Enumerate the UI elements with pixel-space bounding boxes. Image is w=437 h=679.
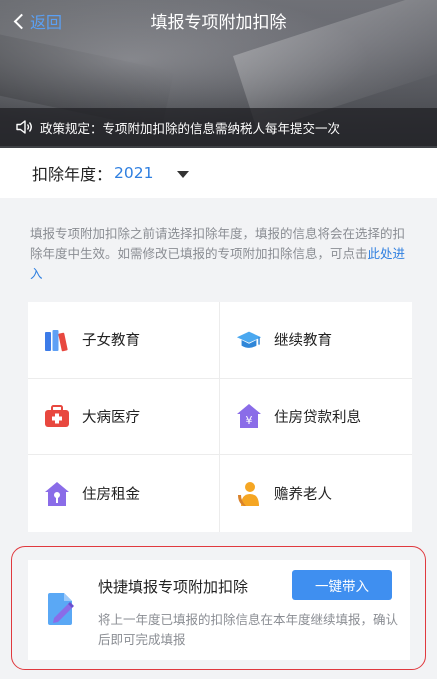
instruction-text: 填报专项附加扣除之前请选择扣除年度，填报的信息将会在选择的扣除年度中生效。如需修…: [30, 224, 412, 284]
header-banner: 返回 填报专项附加扣除 政策规定：专项附加扣除的信息需纳税人每年提交一次: [0, 0, 437, 148]
category-continuing-education[interactable]: 继续教育: [220, 302, 412, 379]
one-click-import-button[interactable]: 一键带入: [292, 570, 392, 600]
category-label: 住房租金: [82, 487, 140, 504]
category-children-education[interactable]: 子女教育: [28, 302, 220, 379]
books-icon: [44, 327, 70, 353]
quick-fill-description: 将上一年度已填报的扣除信息在本年度继续填报，确认后即可完成填报: [98, 612, 399, 647]
deduction-category-grid: 子女教育 继续教育 大病医疗 ¥ 住房贷款利息 住房租金 赡养老人: [28, 302, 412, 532]
house-yen-icon: ¥: [236, 403, 262, 429]
category-label: 继续教育: [274, 333, 332, 350]
instruction-body: 填报专项附加扣除之前请选择扣除年度，填报的信息将会在选择的扣除年度中生效。如需修…: [30, 226, 406, 261]
policy-notice-bar: 政策规定：专项附加扣除的信息需纳税人每年提交一次: [0, 108, 437, 146]
category-label: 子女教育: [82, 333, 140, 350]
category-housing-loan-interest[interactable]: ¥ 住房贷款利息: [220, 379, 412, 456]
year-selector[interactable]: 扣除年度： 2021: [0, 148, 437, 198]
house-key-icon: [44, 481, 70, 507]
category-label: 住房贷款利息: [274, 409, 361, 426]
year-value: 2021: [114, 164, 154, 182]
medical-kit-icon: [44, 403, 70, 429]
year-label: 扣除年度：: [32, 165, 113, 184]
quick-fill-card: 快捷填报专项附加扣除 一键带入 将上一年度已填报的扣除信息在本年度继续填报，确认…: [28, 560, 410, 660]
page-title: 填报专项附加扣除: [150, 13, 287, 33]
svg-text:¥: ¥: [246, 414, 253, 427]
graduation-cap-icon: [236, 327, 262, 353]
quick-fill-title: 快捷填报专项附加扣除: [98, 578, 249, 596]
category-label: 大病医疗: [82, 409, 140, 426]
category-serious-illness[interactable]: 大病医疗: [28, 378, 220, 456]
edit-document-icon: [48, 593, 74, 625]
category-elderly-support[interactable]: 赡养老人: [220, 455, 412, 532]
caret-down-icon: [177, 170, 190, 178]
category-label: 赡养老人: [274, 487, 332, 504]
category-housing-rent[interactable]: 住房租金: [28, 455, 220, 532]
elder-person-icon: [236, 481, 262, 507]
policy-notice-text: 政策规定：专项附加扣除的信息需纳税人每年提交一次: [40, 120, 341, 136]
speaker-icon: [16, 120, 32, 134]
